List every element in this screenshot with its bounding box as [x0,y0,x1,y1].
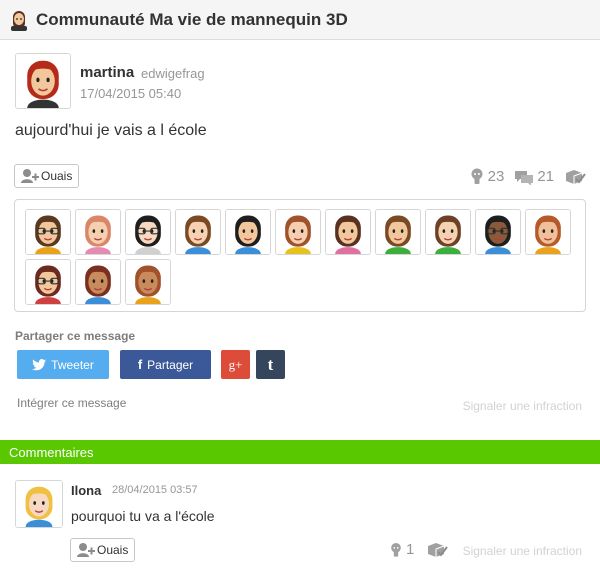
comments-section-header: Commentaires [0,440,600,464]
empathy-user-avatar[interactable] [225,209,271,255]
empathy-user-avatar[interactable] [525,209,571,255]
comment-date: 28/04/2015 03:57 [112,484,198,496]
comment-yeah-count: 1 [389,541,414,558]
empathy-user-avatar[interactable] [25,209,71,255]
post-body: aujourd'hui je vais a l école [15,122,207,139]
comment-yeah-button[interactable]: Ouais [70,538,136,562]
post-author-handle[interactable]: edwigefrag [141,66,205,81]
tumblr-share-button[interactable]: t [256,350,285,379]
post-date: 17/04/2015 05:40 [80,86,182,101]
googleplus-share-button[interactable]: g+ [221,350,250,379]
comment-stats: 1 [389,541,449,558]
page-title: Communauté Ma vie de mannequin 3D [36,10,348,29]
post-author-avatar[interactable] [15,53,71,109]
share-label: Partager ce message [15,329,136,343]
yeah-count: 23 [469,168,504,185]
tumblr-icon: t [267,354,274,374]
comments-icon [515,170,534,185]
empathy-user-avatar[interactable] [425,209,471,255]
yeah-button[interactable]: Ouais [14,164,80,188]
comment-author-name[interactable]: Ilona [71,483,101,498]
yeah-icon [21,169,39,183]
report-comment-link[interactable]: Signaler une infraction [463,544,582,558]
played-icon [564,169,586,185]
embed-post-link[interactable]: Intégrer ce message [17,396,126,410]
twitter-icon [32,358,47,370]
mii-avatar-icon [11,11,27,31]
comment-body: pourquoi tu va a l'école [71,508,215,524]
played-icon [426,542,449,558]
post-author-name[interactable]: martina [80,64,134,81]
empathy-user-avatar[interactable] [175,209,221,255]
empathy-user-avatar[interactable] [325,209,371,255]
twitter-share-button[interactable]: Tweeter [17,350,109,379]
comment-yeah-label: Ouais [97,543,129,557]
empathy-user-avatar[interactable] [475,209,521,255]
googleplus-icon: g+ [228,356,243,372]
comment-author-avatar[interactable] [15,480,63,528]
empathy-user-avatar[interactable] [25,259,71,305]
empathy-icon [471,168,483,184]
facebook-share-label: Partager [147,357,194,372]
empathy-user-avatar[interactable] [75,209,121,255]
empathy-icon [391,542,401,557]
report-post-link[interactable]: Signaler une infraction [463,399,582,413]
empathy-user-avatar[interactable] [125,209,171,255]
yeah-icon [77,543,95,557]
facebook-share-button[interactable]: f Partager [120,350,211,379]
empathy-user-avatar[interactable] [375,209,421,255]
empathy-user-avatar[interactable] [75,259,121,305]
yeah-button-label: Ouais [41,169,73,183]
empathy-user-avatar[interactable] [275,209,321,255]
page-header: Communauté Ma vie de mannequin 3D [0,0,600,40]
post-stats: 23 21 [469,168,586,185]
comment-count: 21 [514,168,554,185]
empathy-user-avatar[interactable] [125,259,171,305]
twitter-share-label: Tweeter [51,357,94,372]
facebook-icon: f [137,357,143,372]
empathy-avatar-grid [14,199,586,312]
